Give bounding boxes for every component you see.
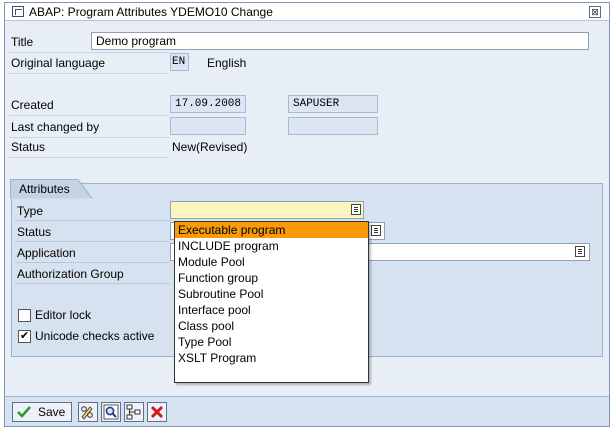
object-list-button[interactable] <box>78 402 98 422</box>
unicode-checks-checkbox[interactable]: ✔ <box>18 330 31 343</box>
original-language-code: EN <box>170 53 189 71</box>
created-date-field: 17.09.2008 <box>170 95 246 113</box>
unicode-checks-label: Unicode checks active <box>35 329 155 343</box>
cancel-button[interactable] <box>147 402 167 422</box>
status-row-line <box>9 157 169 158</box>
application-row-line <box>15 262 170 263</box>
last-changed-date-field <box>170 117 246 135</box>
authorization-group-label: Authorization Group <box>17 267 124 281</box>
title-label: Title <box>11 35 34 49</box>
created-row-line <box>9 115 169 116</box>
status-label: Status <box>11 140 46 154</box>
type-select[interactable] <box>170 201 364 219</box>
application-label: Application <box>17 246 76 260</box>
dropdown-option-include-program[interactable]: INCLUDE program <box>175 238 368 254</box>
title-bar: ABAP: Program Attributes YDEMO10 Change … <box>5 3 609 21</box>
dropdown-option-xslt-program[interactable]: XSLT Program <box>175 350 368 366</box>
window-title: ABAP: Program Attributes YDEMO10 Change <box>29 5 273 19</box>
window-edit-icon <box>12 6 24 17</box>
hierarchy-icon <box>126 404 141 420</box>
title-row-line <box>9 52 169 53</box>
attributes-group-tab: Attributes <box>10 179 94 199</box>
save-button[interactable]: Save <box>12 402 72 422</box>
title-input[interactable]: Demo program <box>91 32 589 50</box>
find-button[interactable] <box>101 402 121 422</box>
pencil-glasses-icon <box>81 406 93 420</box>
type-dropdown-list: Executable program INCLUDE program Modul… <box>174 221 369 383</box>
created-user-field: SAPUSER <box>288 95 378 113</box>
attr-status-row-line <box>15 241 170 242</box>
program-attributes-window: ABAP: Program Attributes YDEMO10 Change … <box>4 2 610 427</box>
checkmark-icon <box>17 406 31 418</box>
auth-group-row-line <box>15 283 170 284</box>
dropdown-option-interface-pool[interactable]: Interface pool <box>175 302 368 318</box>
dropdown-option-function-group[interactable]: Function group <box>175 270 368 286</box>
last-changed-user-field <box>288 117 378 135</box>
type-dropdown-icon[interactable] <box>351 204 361 215</box>
last-changed-row-line <box>9 137 169 138</box>
editor-lock-label: Editor lock <box>35 308 92 322</box>
dropdown-option-module-pool[interactable]: Module Pool <box>175 254 368 270</box>
display-object-button[interactable] <box>124 402 144 422</box>
dropdown-option-class-pool[interactable]: Class pool <box>175 318 368 334</box>
created-label: Created <box>11 98 54 112</box>
status-value: New(Revised) <box>172 140 248 154</box>
original-language-name: English <box>207 56 247 70</box>
save-button-label: Save <box>38 405 66 419</box>
dropdown-option-subroutine-pool[interactable]: Subroutine Pool <box>175 286 368 302</box>
attributes-group-label: Attributes <box>19 182 70 196</box>
cancel-x-icon <box>150 405 164 419</box>
dropdown-option-type-pool[interactable]: Type Pool <box>175 334 368 350</box>
last-changed-label: Last changed by <box>11 120 100 134</box>
type-row-line <box>15 220 170 221</box>
type-label: Type <box>17 204 44 218</box>
editor-lock-checkbox[interactable] <box>18 309 31 322</box>
orig-lang-row-line <box>9 73 169 74</box>
close-button[interactable]: ⊠ <box>589 6 601 18</box>
dropdown-option-executable-program[interactable]: Executable program <box>175 222 368 238</box>
magnifier-icon <box>103 404 119 420</box>
original-language-label: Original language <box>11 56 106 70</box>
bottom-toolbar: Save <box>5 396 609 426</box>
status-dropdown-icon[interactable] <box>371 225 381 236</box>
attr-status-label: Status <box>17 225 52 239</box>
application-dropdown-icon[interactable] <box>575 246 585 257</box>
